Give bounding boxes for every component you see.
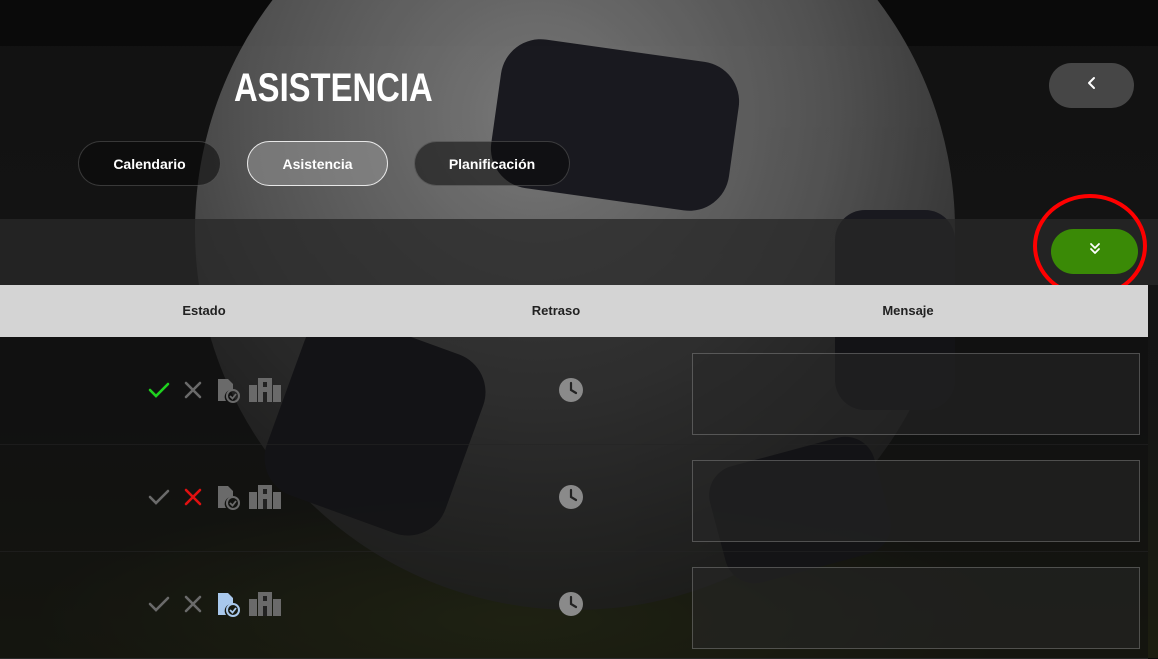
present-check-icon[interactable] bbox=[146, 377, 172, 403]
table-header: Estado Retraso Mensaje bbox=[0, 285, 1148, 337]
absent-cross-icon[interactable] bbox=[180, 484, 206, 510]
tab-asistencia[interactable]: Asistencia bbox=[247, 141, 388, 186]
status-options bbox=[146, 377, 282, 403]
justified-document-icon[interactable] bbox=[214, 591, 240, 617]
present-check-icon[interactable] bbox=[146, 484, 172, 510]
header-retraso: Retraso bbox=[531, 303, 581, 318]
injury-building-icon[interactable] bbox=[248, 377, 282, 403]
absent-cross-icon[interactable] bbox=[180, 591, 206, 617]
toolbar bbox=[0, 219, 1158, 285]
highlight-circle bbox=[1033, 194, 1147, 298]
tab-bar: Calendario Asistencia Planificación bbox=[78, 141, 570, 186]
table-row bbox=[0, 551, 1148, 659]
header-estado: Estado bbox=[182, 303, 226, 318]
delay-clock-icon[interactable] bbox=[558, 377, 584, 403]
delay-clock-icon[interactable] bbox=[558, 484, 584, 510]
message-input[interactable] bbox=[692, 567, 1140, 649]
page-title: ASISTENCIA bbox=[234, 66, 433, 110]
chevron-left-icon bbox=[1085, 76, 1099, 95]
table-row bbox=[0, 444, 1148, 552]
absent-cross-icon[interactable] bbox=[180, 377, 206, 403]
back-button[interactable] bbox=[1049, 63, 1134, 108]
present-check-icon[interactable] bbox=[146, 591, 172, 617]
message-input[interactable] bbox=[692, 460, 1140, 542]
status-options bbox=[146, 591, 282, 617]
message-input[interactable] bbox=[692, 353, 1140, 435]
injury-building-icon[interactable] bbox=[248, 591, 282, 617]
injury-building-icon[interactable] bbox=[248, 484, 282, 510]
header-mensaje: Mensaje bbox=[882, 303, 934, 318]
tab-planificacion[interactable]: Planificación bbox=[414, 141, 570, 186]
justified-document-icon[interactable] bbox=[214, 377, 240, 403]
justified-document-icon[interactable] bbox=[214, 484, 240, 510]
table-row bbox=[0, 337, 1148, 445]
status-options bbox=[146, 484, 282, 510]
delay-clock-icon[interactable] bbox=[558, 591, 584, 617]
tab-calendario[interactable]: Calendario bbox=[78, 141, 221, 186]
